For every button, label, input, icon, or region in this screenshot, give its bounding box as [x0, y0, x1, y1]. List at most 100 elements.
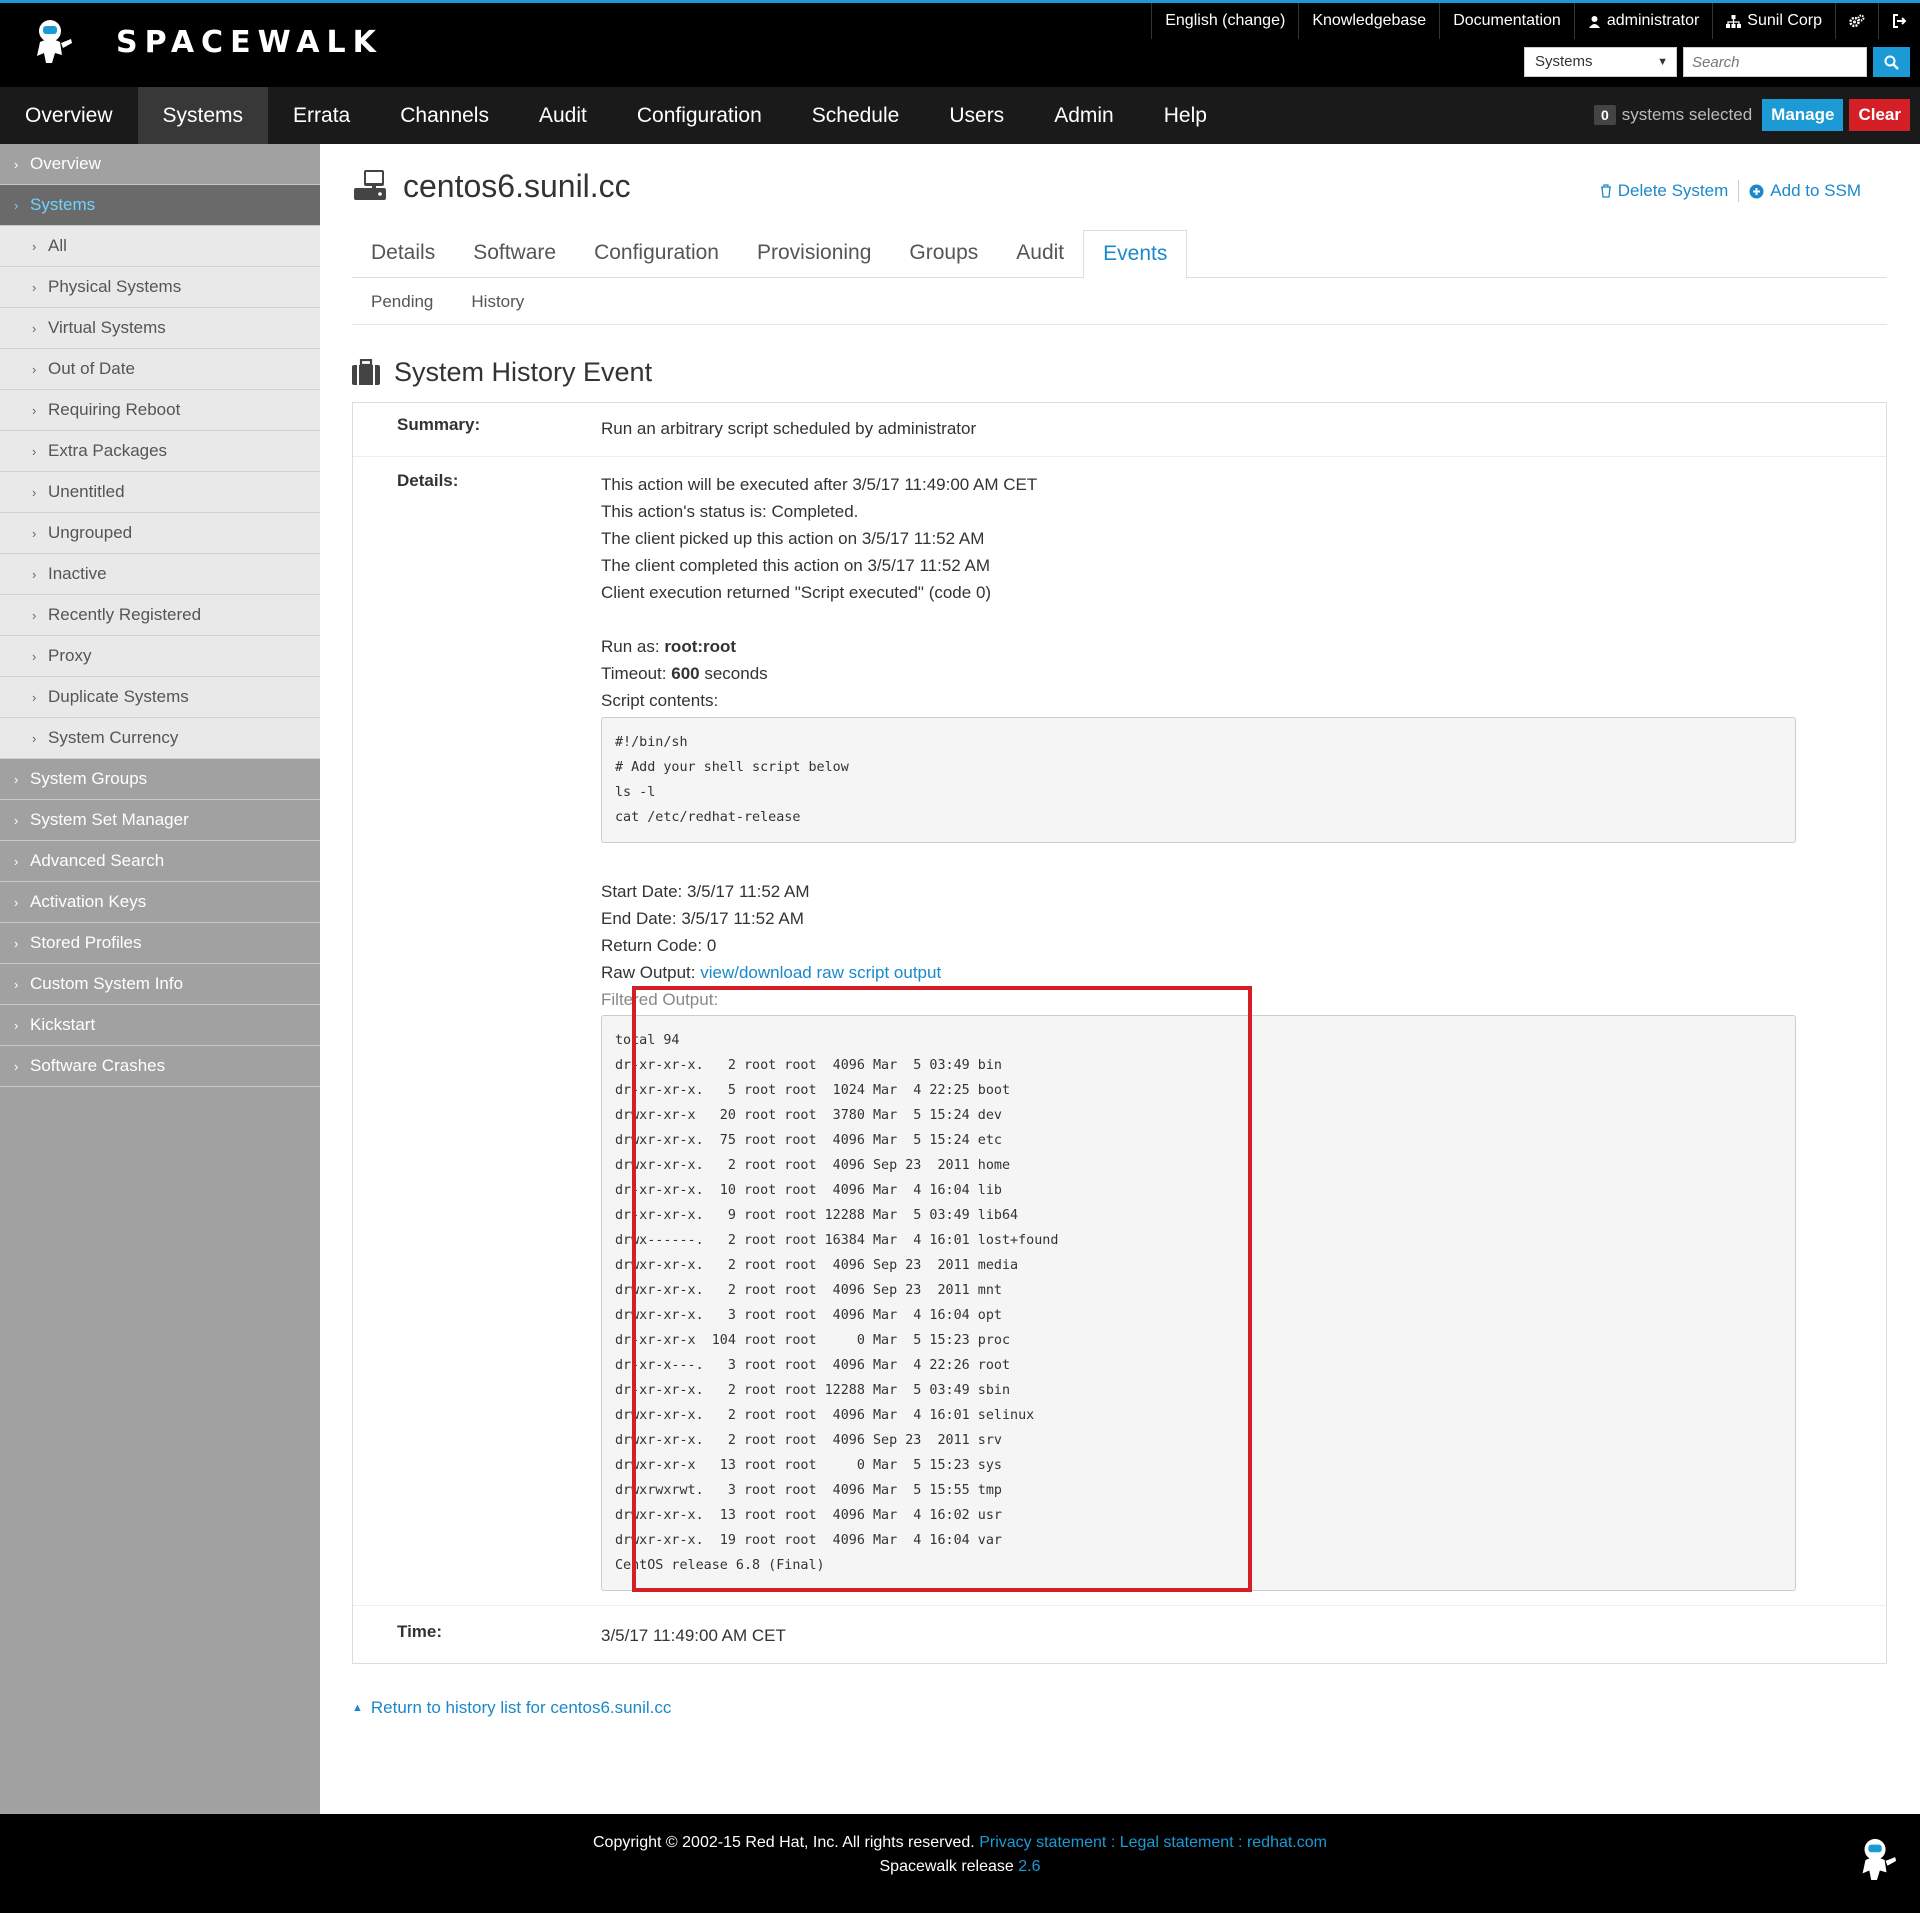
chevron-right-icon: ›: [14, 895, 19, 910]
tab-provisioning[interactable]: Provisioning: [738, 230, 890, 277]
search-scope-select[interactable]: Systems ▼: [1524, 47, 1677, 77]
spacewalk-astronaut-logo[interactable]: [28, 17, 74, 65]
brand-name[interactable]: SPACEWALK: [116, 25, 383, 60]
language-link[interactable]: English (change): [1151, 3, 1298, 39]
knowledgebase-link[interactable]: Knowledgebase: [1298, 3, 1439, 39]
org-link[interactable]: Sunil Corp: [1712, 3, 1835, 39]
sidebar-item-ungrouped[interactable]: › Ungrouped: [0, 513, 320, 554]
sidebar-item-activation-keys[interactable]: › Activation Keys: [0, 882, 320, 923]
manage-button[interactable]: Manage: [1762, 99, 1844, 131]
details-line: This action will be executed after 3/5/1…: [601, 475, 1038, 494]
redhat-link[interactable]: redhat.com: [1247, 1834, 1327, 1851]
release-version-link[interactable]: 2.6: [1018, 1858, 1040, 1875]
sidebar-item-kickstart[interactable]: › Kickstart: [0, 1005, 320, 1046]
nav-item-overview[interactable]: Overview: [0, 87, 138, 144]
search-button[interactable]: [1873, 47, 1910, 77]
sign-out-link[interactable]: [1878, 3, 1920, 39]
sidebar-item-requiring-reboot[interactable]: › Requiring Reboot: [0, 390, 320, 431]
sidebar-item-unentitled[interactable]: › Unentitled: [0, 472, 320, 513]
tab-details[interactable]: Details: [352, 230, 454, 277]
nav-item-users[interactable]: Users: [924, 87, 1029, 144]
sidebar-item-system-groups[interactable]: › System Groups: [0, 759, 320, 800]
sidebar-item-physical-systems[interactable]: › Physical Systems: [0, 267, 320, 308]
sidebar-item-label: System Groups: [30, 769, 148, 788]
preferences-link[interactable]: [1835, 3, 1878, 39]
return-to-history-link[interactable]: ▲ Return to history list for centos6.sun…: [352, 1698, 1887, 1718]
tab-audit[interactable]: Audit: [997, 230, 1083, 277]
chevron-right-icon: ›: [32, 280, 37, 295]
sidebar-item-duplicate-systems[interactable]: › Duplicate Systems: [0, 677, 320, 718]
nav-item-configuration[interactable]: Configuration: [612, 87, 787, 144]
documentation-link[interactable]: Documentation: [1439, 3, 1574, 39]
chevron-right-icon: ›: [14, 813, 19, 828]
page-header: centos6.sunil.cc Delete System Add to SS…: [352, 144, 1887, 230]
search-input[interactable]: [1683, 47, 1867, 77]
run-as-label: Run as:: [601, 637, 665, 656]
knowledgebase-label: Knowledgebase: [1312, 12, 1427, 29]
sidebar-item-label: Systems: [30, 195, 96, 214]
return-link-label: Return to history list for centos6.sunil…: [370, 1698, 672, 1717]
add-to-ssm-button[interactable]: Add to SSM: [1749, 180, 1861, 202]
chevron-right-icon: ›: [14, 936, 19, 951]
chevron-right-icon: ›: [32, 444, 37, 459]
tab-software[interactable]: Software: [454, 230, 575, 277]
timeout-value: 600: [671, 664, 700, 683]
sidebar-item-label: Proxy: [48, 646, 92, 665]
nav-item-admin[interactable]: Admin: [1029, 87, 1139, 144]
plus-circle-icon: [1749, 184, 1764, 198]
sidebar-item-label: Duplicate Systems: [48, 687, 189, 706]
sidebar-item-label: Activation Keys: [30, 892, 147, 911]
chevron-right-icon: ›: [14, 854, 19, 869]
sidebar-item-extra-packages[interactable]: › Extra Packages: [0, 431, 320, 472]
start-date: Start Date: 3/5/17 11:52 AM: [601, 882, 810, 901]
sidebar-item-recently-registered[interactable]: › Recently Registered: [0, 595, 320, 636]
subtab-pending[interactable]: Pending: [352, 278, 452, 324]
raw-output-link[interactable]: view/download raw script output: [700, 963, 941, 982]
documentation-label: Documentation: [1453, 12, 1561, 29]
trash-icon: [1600, 184, 1611, 198]
sidebar-item-advanced-search[interactable]: › Advanced Search: [0, 841, 320, 882]
script-contents: #!/bin/sh # Add your shell script below …: [601, 717, 1796, 843]
summary-value: Run an arbitrary script scheduled by adm…: [601, 419, 977, 438]
page-title: centos6.sunil.cc: [403, 168, 631, 204]
sidebar-item-custom-system-info[interactable]: › Custom System Info: [0, 964, 320, 1005]
sidebar-item-label: Recently Registered: [48, 605, 202, 624]
sidebar-item-virtual-systems[interactable]: › Virtual Systems: [0, 308, 320, 349]
tab-configuration[interactable]: Configuration: [575, 230, 738, 277]
sidebar-item-inactive[interactable]: › Inactive: [0, 554, 320, 595]
subtab-history[interactable]: History: [452, 278, 543, 324]
nav-item-help[interactable]: Help: [1139, 87, 1232, 144]
sidebar-item-overview[interactable]: › Overview: [0, 144, 320, 185]
summary-row: Summary: Run an arbitrary script schedul…: [353, 403, 1886, 457]
user-link[interactable]: administrator: [1573, 3, 1712, 39]
end-date: End Date: 3/5/17 11:52 AM: [601, 909, 804, 928]
privacy-link[interactable]: Privacy statement: [979, 1834, 1106, 1851]
sidebar-item-proxy[interactable]: › Proxy: [0, 636, 320, 677]
nav-item-channels[interactable]: Channels: [375, 87, 514, 144]
nav-item-schedule[interactable]: Schedule: [787, 87, 925, 144]
chevron-right-icon: ›: [32, 321, 37, 336]
tab-events[interactable]: Events: [1083, 230, 1188, 279]
chevron-right-icon: ›: [14, 198, 19, 213]
utility-links: English (change) Knowledgebase Documenta…: [1151, 3, 1920, 39]
event-subtabs: Pending History: [352, 278, 1887, 325]
gears-icon: [1849, 14, 1865, 28]
nav-item-systems[interactable]: Systems: [137, 87, 269, 144]
sidebar-item-stored-profiles[interactable]: › Stored Profiles: [0, 923, 320, 964]
spacewalk-astronaut-logo: [1862, 1838, 1897, 1881]
nav-item-errata[interactable]: Errata: [268, 87, 375, 144]
delete-system-button[interactable]: Delete System: [1600, 180, 1728, 202]
sidebar-item-out-of-date[interactable]: › Out of Date: [0, 349, 320, 390]
sidebar-item-systems[interactable]: › Systems: [0, 185, 320, 226]
sidebar-item-label: Physical Systems: [48, 277, 182, 296]
nav-item-audit[interactable]: Audit: [514, 87, 612, 144]
sidebar-item-software-crashes[interactable]: › Software Crashes: [0, 1046, 320, 1087]
chevron-right-icon: ›: [14, 977, 19, 992]
sidebar-item-all[interactable]: › All: [0, 226, 320, 267]
legal-link[interactable]: Legal statement: [1120, 1834, 1234, 1851]
sidebar-item-system-set-manager[interactable]: › System Set Manager: [0, 800, 320, 841]
clear-button[interactable]: Clear: [1849, 99, 1910, 131]
timeout-unit: seconds: [699, 664, 768, 683]
tab-groups[interactable]: Groups: [890, 230, 997, 277]
sidebar-item-system-currency[interactable]: › System Currency: [0, 718, 320, 759]
